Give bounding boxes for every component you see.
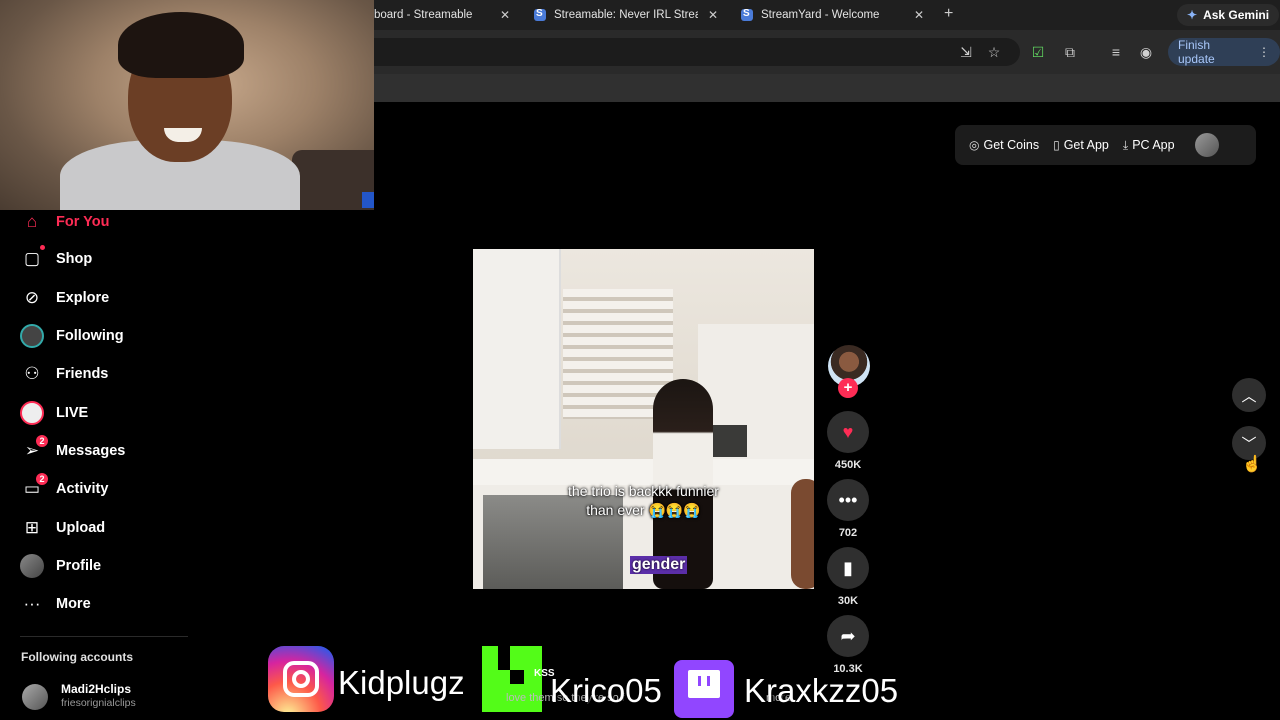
finish-update-label: Finish update [1178, 38, 1215, 66]
new-tab-icon[interactable]: + [944, 5, 953, 23]
address-bar[interactable] [360, 38, 1020, 66]
caption-line-2: than ever 😭😭😭 [586, 502, 701, 518]
video-subtitle-word: gender [630, 556, 688, 574]
webcam-blue-object [362, 192, 374, 208]
screen: board - Streamable ✕ Streamable: Never I… [0, 0, 1280, 720]
save-count: 30K [837, 595, 859, 607]
sidebar-item-label: Explore [56, 290, 110, 306]
previous-video-chevron-up-icon[interactable]: ︿ [1232, 378, 1266, 412]
get-coins-label: Get Coins [983, 138, 1040, 152]
sidebar-nav: ⌂ For You ▢ Shop ⊘ Explore Following ⚇ F… [0, 210, 200, 720]
top-actions-bar: ◎ Get Coins ▯ Get App ⤓ PC App [955, 125, 1256, 165]
install-app-icon[interactable]: ⇲ [958, 44, 974, 60]
video-cabinet-left [473, 249, 561, 449]
instagram-handle: Kidplugz [338, 664, 465, 701]
pc-app-button[interactable]: ⤓ PC App [1123, 138, 1175, 153]
home-icon: ⌂ [26, 212, 38, 231]
account-avatar [22, 684, 48, 710]
friends-icon: ⚇ [24, 364, 40, 383]
sidebar-item-label: Activity [56, 481, 109, 497]
sidebar-divider [20, 636, 188, 637]
sidebar-item-label: Upload [56, 520, 106, 536]
ask-gemini-label: Ask Gemini [1203, 8, 1270, 22]
sidebar-item-label: Friends [56, 366, 109, 382]
twitch-handle: Kraxkzz05 [744, 672, 899, 709]
coin-icon: ◎ [969, 138, 980, 152]
shop-dot-badge [40, 245, 45, 250]
like-count: 450K [834, 459, 862, 471]
sidebar-item-label: More [56, 596, 91, 612]
download-icon: ⤓ [1122, 137, 1129, 152]
stream-social-overlay: Kidplugz KSS love them so they're so f K… [266, 644, 906, 720]
compass-icon: ⊘ [24, 288, 40, 307]
menu-dots-icon[interactable]: ⋮ [1258, 45, 1270, 59]
gemini-sparkle-icon: ✦ [1187, 8, 1198, 22]
tab-streamable-never-irl[interactable]: Streamable: Never IRL Stream ✕ [534, 4, 730, 26]
webcam-overlay [0, 0, 374, 210]
bookmark-star-icon[interactable]: ☆ [986, 44, 1002, 60]
close-tab-icon[interactable]: ✕ [914, 8, 924, 22]
extensions-puzzle-icon[interactable]: ⧉ [1062, 44, 1078, 60]
upload-icon: ⊞ [24, 518, 40, 537]
caption-line-1: the trio is backkk funnier [568, 483, 719, 499]
mouse-cursor-hand-icon: ☝ [1242, 456, 1262, 473]
sidebar-item-label: Shop [56, 251, 93, 267]
comment-count: 702 [838, 527, 858, 539]
following-avatar-icon [20, 324, 44, 348]
sidebar-item-label: For You [56, 214, 110, 230]
sidebar-item-label: Messages [56, 443, 126, 459]
webcam-person-hair [118, 12, 244, 78]
following-accounts-heading: Following accounts [21, 650, 134, 664]
kick-handle: Krico05 [550, 672, 662, 709]
close-tab-icon[interactable]: ✕ [500, 8, 510, 22]
sidebar-item-label: Profile [56, 558, 102, 574]
get-app-button[interactable]: ▯ Get App [1053, 138, 1109, 152]
get-coins-button[interactable]: ◎ Get Coins [969, 138, 1039, 152]
sidebar-item-label: LIVE [56, 405, 89, 421]
follow-plus-icon[interactable]: + [838, 378, 858, 398]
tab-title: board - Streamable [374, 9, 473, 21]
video-player[interactable]: the trio is backkk funnier than ever 😭😭😭… [473, 249, 814, 589]
comment-bubble-icon[interactable]: ••• [827, 479, 869, 521]
live-icon [20, 401, 44, 425]
tab-title: StreamYard - Welcome [761, 9, 880, 21]
tab-streamable-dashboard[interactable]: board - Streamable ✕ [374, 4, 524, 26]
sidebar-item-label: Following [56, 328, 124, 344]
twitch-logo-icon [674, 660, 734, 718]
close-tab-icon[interactable]: ✕ [708, 8, 718, 22]
profile-avatar-icon[interactable]: ◉ [1138, 44, 1154, 60]
extension-check-icon[interactable]: ☑ [1030, 44, 1046, 60]
streamyard-favicon-icon [741, 8, 753, 21]
like-heart-icon[interactable]: ♥ [827, 411, 869, 453]
finish-update-button[interactable]: Finish update ⋮ [1168, 38, 1280, 66]
streamable-favicon-icon [534, 8, 546, 21]
account-name: Madi2Hclips [61, 682, 132, 696]
phone-icon: ▯ [1053, 138, 1060, 152]
ask-gemini-button[interactable]: ✦ Ask Gemini [1177, 4, 1280, 26]
user-avatar[interactable] [1194, 133, 1219, 157]
video-caption: the trio is backkk funnier than ever 😭😭😭 [473, 482, 814, 520]
profile-avatar-icon [20, 554, 44, 578]
get-app-label: Get App [1063, 138, 1109, 152]
activity-count-badge: 2 [36, 473, 48, 485]
tab-title: Streamable: Never IRL Stream [554, 9, 698, 21]
more-dots-icon: ··· [23, 594, 41, 613]
media-controls-icon[interactable]: ≡ [1108, 44, 1124, 60]
shopping-bag-icon: ▢ [23, 249, 41, 268]
messages-count-badge: 2 [36, 435, 48, 447]
bookmark-icon[interactable]: ▮ [827, 547, 869, 589]
account-handle: friesorignialclips [61, 697, 136, 709]
instagram-logo-icon [268, 646, 334, 712]
tab-streamyard[interactable]: StreamYard - Welcome ✕ [741, 4, 931, 26]
pc-app-label: PC App [1132, 138, 1175, 152]
